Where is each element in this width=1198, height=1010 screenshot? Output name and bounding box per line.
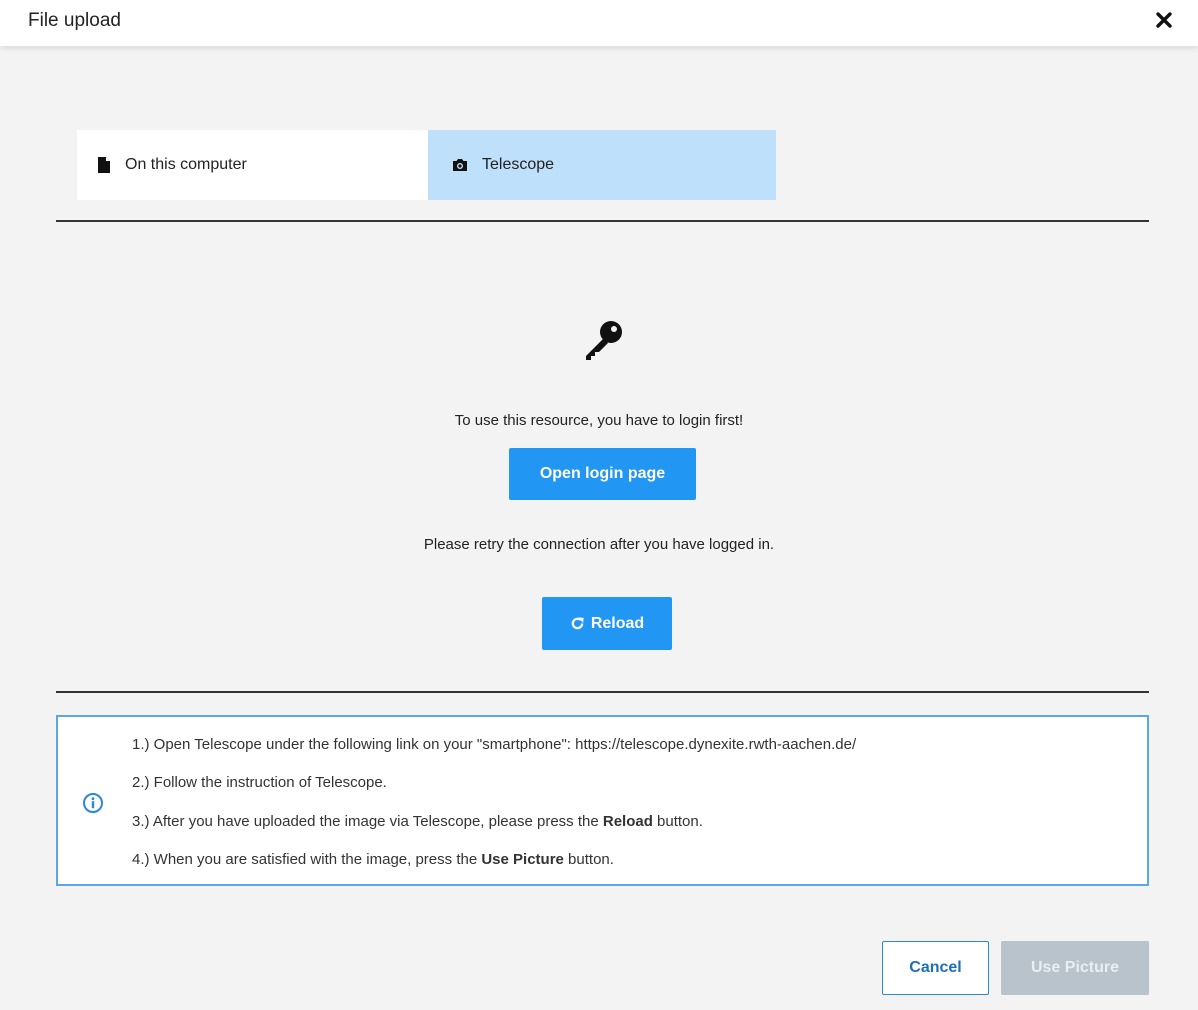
key-icon — [586, 321, 622, 360]
info-icon — [83, 793, 103, 813]
instruction-step-3: 3.) After you have uploaded the image vi… — [132, 813, 703, 830]
dialog-header: File upload — [0, 0, 1198, 46]
source-tabs: On this computer Telescope — [77, 130, 776, 200]
reload-label: Reload — [590, 614, 645, 632]
tab-telescope[interactable]: Telescope — [428, 130, 776, 200]
reload-button[interactable]: Reload — [542, 597, 672, 650]
dialog-title: File upload — [28, 10, 121, 31]
camera-icon — [453, 159, 467, 171]
refresh-icon — [571, 617, 584, 630]
tab-label: Telescope — [482, 156, 555, 173]
tab-label: On this computer — [125, 156, 247, 173]
login-message: To use this resource, you have to login … — [454, 412, 744, 429]
instructions-box: 1.) Open Telescope under the following l… — [56, 715, 1149, 886]
use-picture-button[interactable]: Use Picture — [1001, 941, 1149, 995]
divider — [56, 220, 1149, 222]
instruction-step-2: 2.) Follow the instruction of Telescope. — [132, 774, 387, 791]
file-icon — [98, 157, 110, 173]
cancel-button[interactable]: Cancel — [882, 941, 989, 995]
instruction-step-4: 4.) When you are satisfied with the imag… — [132, 851, 614, 868]
close-icon[interactable] — [1152, 8, 1176, 32]
open-login-page-button[interactable]: Open login page — [509, 448, 696, 500]
divider — [56, 691, 1149, 693]
tab-on-this-computer[interactable]: On this computer — [77, 130, 428, 200]
instruction-step-1: 1.) Open Telescope under the following l… — [132, 736, 857, 753]
retry-message: Please retry the connection after you ha… — [423, 536, 775, 553]
